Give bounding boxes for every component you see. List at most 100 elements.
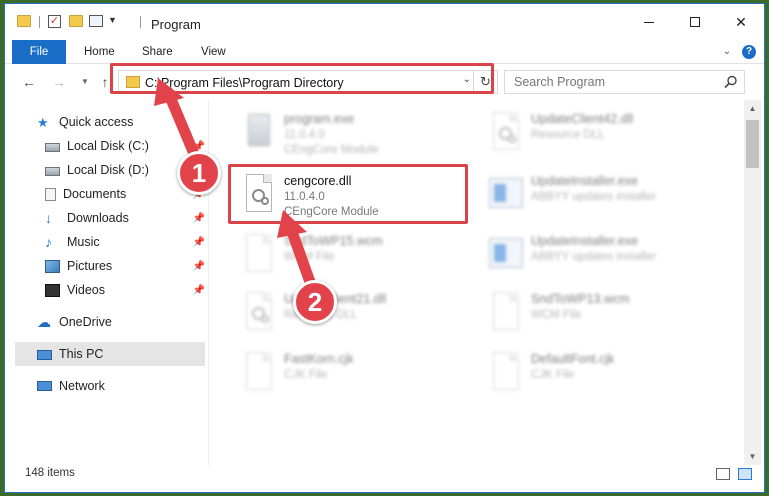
forward-arrow-icon[interactable]: → [49,74,69,90]
sidebar-item-label: Network [59,379,105,393]
sidebar-item-music[interactable]: ♪ Music 📌 [45,230,205,254]
help-icon[interactable]: ? [742,45,756,59]
quick-access-toolbar-icon[interactable] [89,15,103,27]
network-icon [37,381,52,391]
file-description: CEngCore Module [284,144,379,156]
sidebar-item-this-pc[interactable]: This PC [15,342,205,366]
search-input[interactable] [505,71,715,93]
file-item[interactable]: program.exe 11.0.4.0 CEngCore Module [234,106,474,160]
file-name: FastKorn.cjk [284,352,354,366]
sidebar-item-quick-access[interactable]: ★ Quick access [37,110,237,134]
file-name: UpdateInstaller.exe [531,174,639,188]
doc-icon [489,352,523,392]
sidebar-item-onedrive[interactable]: ☁ OneDrive [37,310,237,334]
scrollbar-thumb[interactable] [746,120,759,168]
properties-check-icon[interactable]: ✓ [48,15,61,28]
doc-icon [489,292,523,332]
file-name: cengcore.dll [284,174,352,188]
pin-icon[interactable]: 📌 [193,141,205,152]
sidebar-item-downloads[interactable]: ↓ Downloads 📌 [45,206,205,230]
tab-home[interactable]: Home [71,40,128,64]
download-arrow-icon: ↓ [45,209,52,226]
file-item[interactable]: UpdateClient42.dll Resource DLL [481,106,721,160]
file-name: UpdateClient42.dll [531,112,634,126]
close-button[interactable]: ✕ [718,4,764,40]
music-note-icon: ♪ [45,233,52,250]
file-type: WCM File [284,251,335,263]
maximize-button[interactable] [672,4,718,40]
tab-share[interactable]: Share [129,40,186,64]
customize-toolbar-chevron-down-icon[interactable]: ▼ [108,15,117,25]
doc-icon [242,234,276,274]
dll-icon [242,174,276,214]
ribbon-controls: ⌄ ? [718,40,764,64]
file-item[interactable]: FastKorn.cjk CJK File [234,346,474,400]
scroll-up-icon[interactable]: ▲ [744,100,761,117]
file-name: SndToWP15.wcm [284,234,383,248]
search-box[interactable] [504,70,745,94]
title-bar: ✓ ▼ Program ✕ [5,4,764,40]
file-description: CEngCore Module [284,206,379,218]
file-item[interactable]: UpdateInstaller.exe ABBYY updates instal… [481,228,721,282]
address-history-chevron-down-icon[interactable]: ⌄ [463,74,471,85]
sidebar-item-label: This PC [59,347,104,361]
step-1-badge: 1 [177,151,221,195]
navigation-bar: ← → ▼ ↑ C:\Program Files\Program Directo… [5,64,764,100]
navigation-pane: ★ Quick access Local Disk (C:) 📌 Local D… [5,100,208,465]
pin-icon[interactable]: 📌 [193,213,205,224]
expand-ribbon-chevron-down-icon[interactable]: ⌄ [718,43,736,61]
folder-icon [126,76,140,88]
up-arrow-icon[interactable]: ↑ [95,74,115,90]
file-name: program.exe [284,112,355,126]
sidebar-item-network[interactable]: Network [37,374,237,398]
file-list: program.exe 11.0.4.0 CEngCore Module Upd… [209,100,744,465]
sidebar-item-pictures[interactable]: Pictures 📌 [45,254,205,278]
file-type: Resource DLL [531,129,605,141]
documents-icon [45,187,56,201]
file-item-cengcore-dll[interactable]: cengcore.dll 11.0.4.0 CEngCore Module [234,168,474,222]
scroll-down-icon[interactable]: ▼ [744,448,761,465]
step-2-badge: 2 [293,280,337,324]
item-count: 148 items [25,467,75,479]
window-title: Program [151,17,201,32]
file-item[interactable]: DefaultFont.cjk CJK File [481,346,721,400]
pin-icon[interactable]: 📌 [193,261,205,272]
tab-view[interactable]: View [188,40,239,64]
file-item[interactable]: UpdateClient21.dll Resource DLL [234,286,474,340]
tab-file[interactable]: File [12,40,66,64]
recent-locations-chevron-down-icon[interactable]: ▼ [75,74,95,90]
star-icon: ★ [37,114,49,130]
exe-icon [242,112,276,152]
divider [39,16,40,28]
divider [140,16,141,28]
file-item[interactable]: UpdateInstaller.exe ABBYY updates instal… [481,168,721,222]
vertical-scrollbar[interactable]: ▲ ▼ [744,100,761,465]
sidebar-item-label: Local Disk (D:) [67,163,149,177]
minimize-button[interactable] [626,4,672,40]
back-arrow-icon[interactable]: ← [19,74,39,90]
cloud-icon: ☁ [37,313,51,330]
hard-drive-icon [45,166,60,176]
pin-icon[interactable]: 📌 [193,237,205,248]
file-item[interactable]: SndToWP13.wcm WCM File [481,286,721,340]
sidebar-item-label: Music [67,235,100,249]
large-icons-view-icon[interactable] [738,468,752,480]
sidebar-item-videos[interactable]: Videos 📌 [45,278,205,302]
search-icon[interactable] [724,75,738,89]
sidebar-item-label: Pictures [67,259,113,273]
file-type: CJK File [531,369,575,381]
refresh-button[interactable]: ↻ [473,71,497,93]
minimize-icon [644,21,654,23]
pin-icon[interactable]: 📌 [193,285,205,296]
sidebar-item-label: Quick access [59,115,134,129]
app-icon [489,234,523,274]
new-folder-icon[interactable] [69,15,83,27]
details-view-icon[interactable] [716,468,730,480]
address-bar[interactable]: C:\Program Files\Program Directory ⌄ ↻ [118,70,498,94]
file-item[interactable]: SndToWP15.wcm WCM File [234,228,474,282]
address-path[interactable]: C:\Program Files\Program Directory [145,76,344,90]
sidebar-item-local-disk-c[interactable]: Local Disk (C:) 📌 [45,134,205,158]
videos-icon [45,283,60,297]
folder-icon [17,15,31,27]
file-description: ABBYY updates installer [531,251,657,263]
